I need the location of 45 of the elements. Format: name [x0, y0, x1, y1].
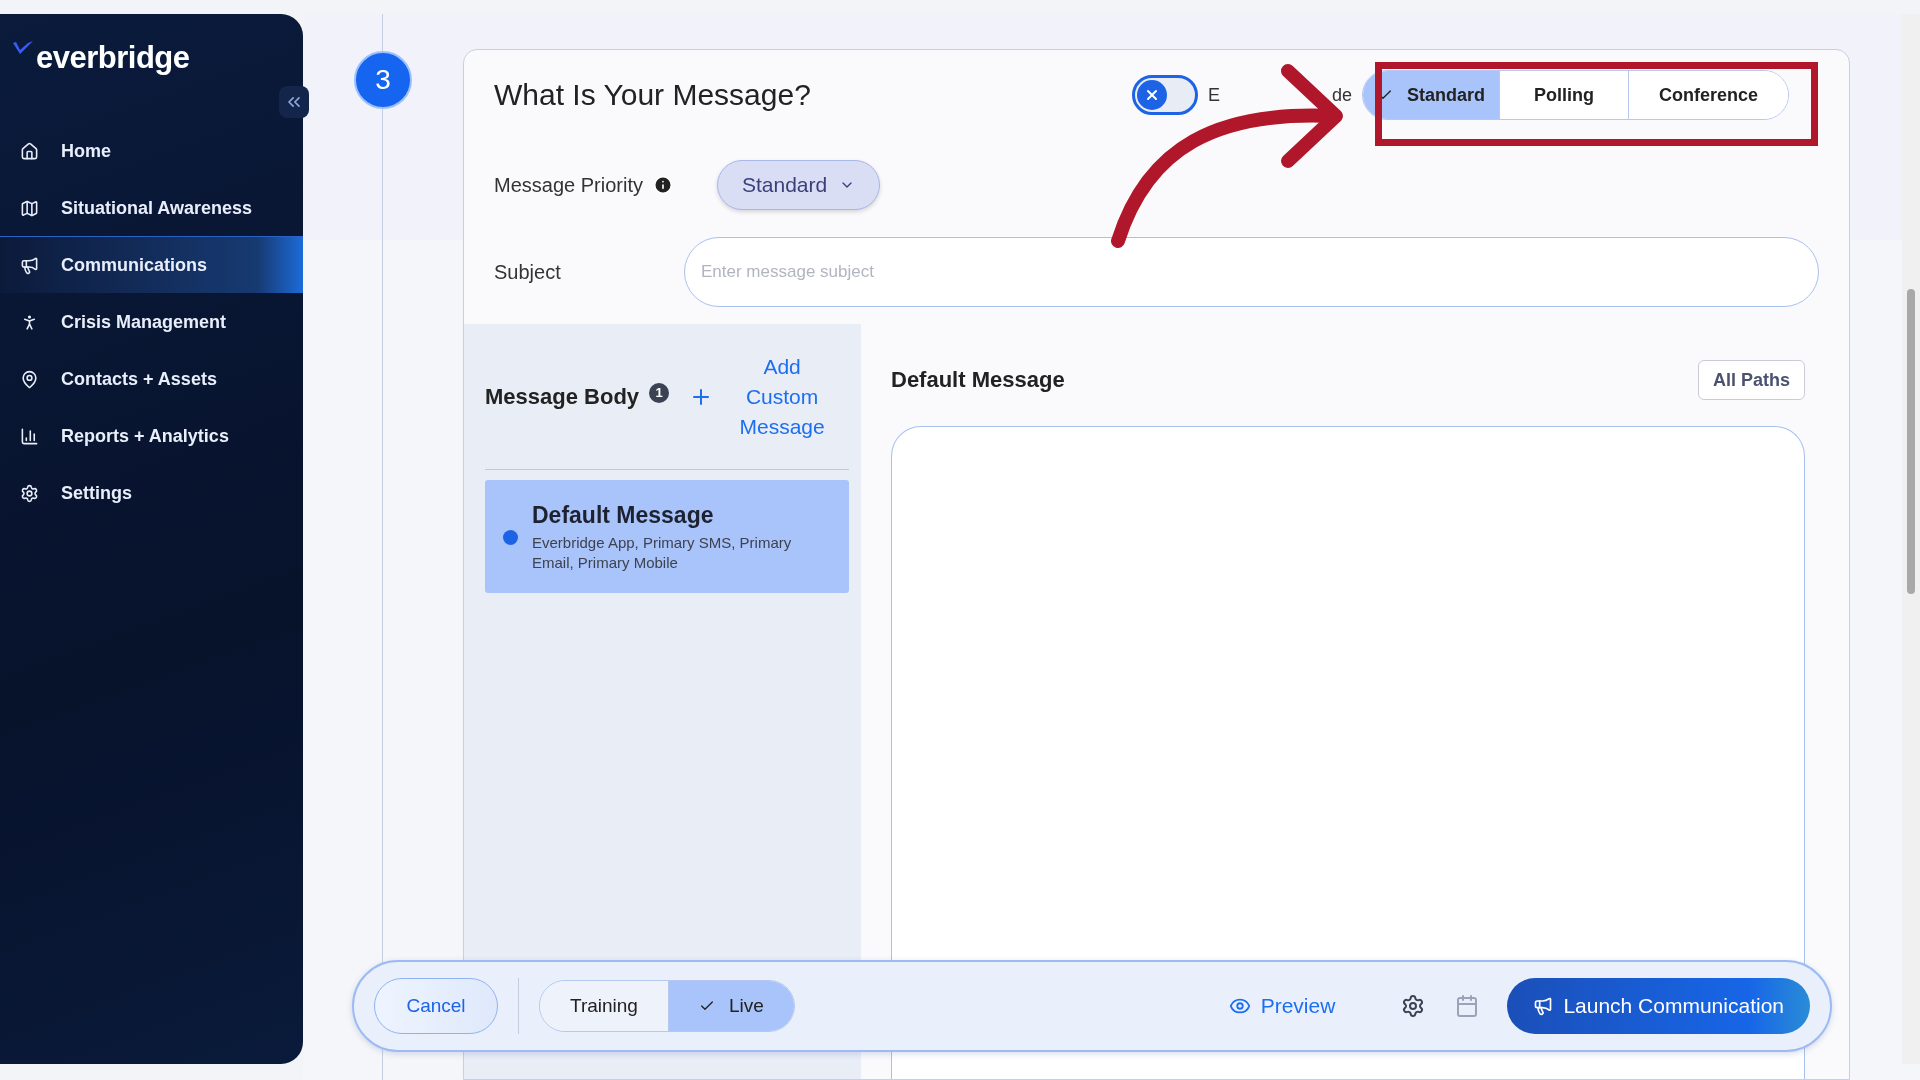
step-number: 3	[354, 51, 412, 109]
priority-dropdown[interactable]: Standard	[716, 160, 881, 210]
nav-item[interactable]: Settings	[0, 464, 303, 521]
settings-icon	[20, 483, 39, 503]
editor-title: Default Message	[891, 367, 1065, 393]
toggle-label: E	[1207, 84, 1220, 106]
logo-icon	[12, 40, 34, 56]
home-icon	[20, 141, 39, 161]
all-paths-button[interactable]: All Paths	[1697, 360, 1805, 400]
message-title: Default Message	[532, 502, 715, 529]
nav-item[interactable]: Reports + Analytics	[0, 407, 303, 464]
nav-item[interactable]: Situational Awareness	[0, 179, 303, 236]
mode-tab[interactable]: Live	[667, 981, 794, 1031]
message-type-tab[interactable]: Standard	[1362, 71, 1499, 119]
nav-item[interactable]: Home	[0, 122, 303, 179]
launch-button[interactable]: Launch Communication	[1507, 978, 1810, 1034]
logo: everbridge	[36, 40, 190, 76]
nav-item[interactable]: Contacts + Assets	[0, 350, 303, 407]
message-item[interactable]: Default Message Everbridge App, Primary SMS, Primary Email, Primary Mobile	[485, 480, 849, 593]
add-custom-message-link[interactable]: Add Custom Message	[727, 351, 838, 442]
pin-icon	[20, 369, 39, 389]
info-icon	[652, 175, 673, 195]
subject-label: Subject	[494, 260, 562, 284]
settings-icon[interactable]	[1401, 994, 1426, 1018]
toggle-label: de	[1331, 84, 1352, 106]
chart-icon	[20, 426, 39, 446]
megaphone-icon	[1533, 996, 1554, 1016]
message-body-title: Message Body	[485, 383, 640, 410]
status-dot	[503, 530, 518, 545]
map-icon	[20, 198, 39, 218]
cancel-button[interactable]: Cancel	[374, 978, 498, 1034]
card-title: What Is Your Message?	[494, 78, 812, 112]
message-type-tab[interactable]: Conference	[1627, 71, 1788, 119]
scrollbar[interactable]	[1902, 14, 1920, 1064]
preview-button[interactable]: Preview	[1222, 993, 1342, 1019]
nav-item[interactable]: Communications	[0, 236, 303, 293]
toggle-switch[interactable]	[1131, 75, 1198, 115]
info-badge: 1	[649, 382, 670, 403]
priority-label: Message Priority	[494, 173, 643, 197]
subject-field[interactable]: Enter message subject	[684, 237, 1819, 307]
mode-tab[interactable]: Training	[540, 981, 668, 1031]
nav-item[interactable]: Crisis Management	[0, 293, 303, 350]
collapse-button[interactable]	[279, 86, 309, 118]
megaphone-icon	[20, 255, 39, 275]
message-paths: Everbridge App, Primary SMS, Primary Email, Primary Mobile	[532, 533, 793, 573]
